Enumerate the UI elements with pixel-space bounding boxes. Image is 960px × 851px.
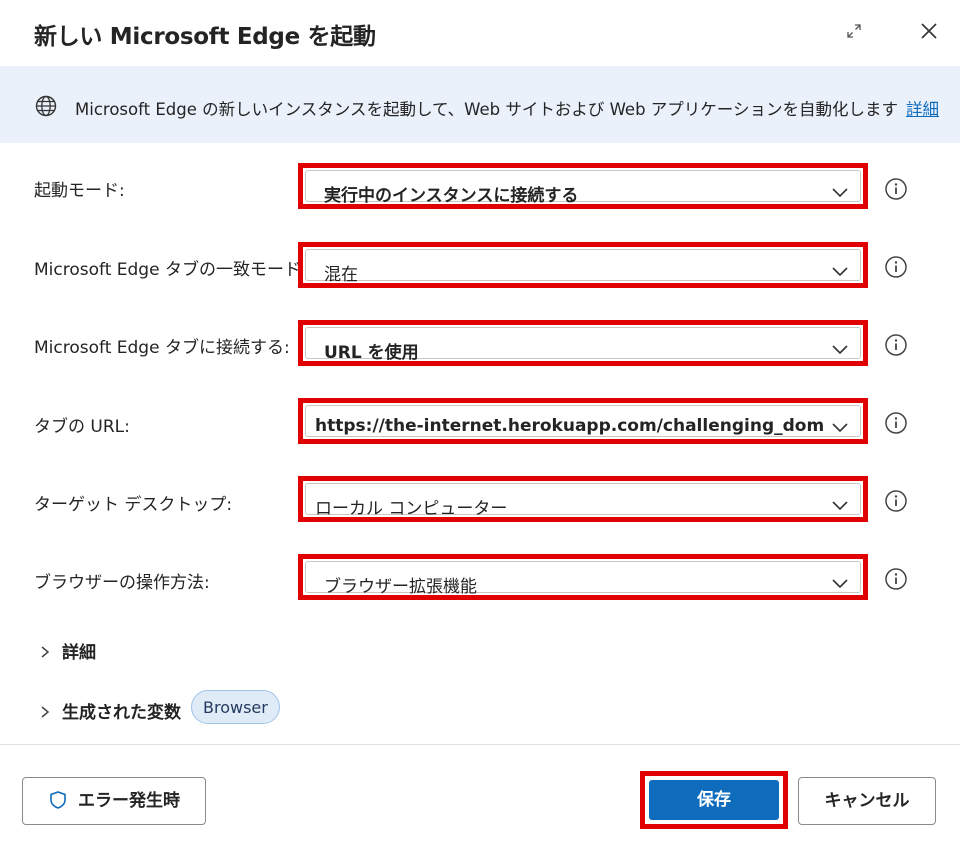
- launch-mode-dropdown[interactable]: 実行中のインスタンスに接続する: [298, 163, 868, 209]
- field-label-browser-method: ブラウザーの操作方法:: [34, 573, 210, 593]
- dropdown-box: ブラウザー拡張機能: [305, 561, 861, 597]
- info-icon[interactable]: [884, 177, 908, 201]
- cancel-button[interactable]: キャンセル: [798, 777, 936, 825]
- field-label-launch-mode: 起動モード:: [34, 181, 125, 201]
- close-icon[interactable]: [918, 20, 940, 42]
- chevron-right-icon: [41, 646, 50, 658]
- dialog-title: 新しい Microsoft Edge を起動: [34, 24, 376, 50]
- field-label-tab-match-mode: Microsoft Edge タブの一致モード:: [34, 260, 307, 280]
- browser-method-value: ブラウザー拡張機能: [324, 577, 477, 597]
- dropdown-box: https://the-internet.herokuapp.com/chall…: [305, 405, 861, 437]
- chevron-down-icon: [832, 267, 848, 277]
- info-icon[interactable]: [884, 411, 908, 435]
- banner-text: Microsoft Edge の新しいインスタンスを起動して、Web サイトおよ…: [75, 96, 939, 120]
- on-error-button[interactable]: エラー発生時: [22, 777, 206, 825]
- shield-icon: [50, 791, 66, 809]
- save-button[interactable]: 保存: [649, 780, 779, 820]
- chevron-down-icon: [832, 345, 848, 355]
- expand-icon[interactable]: [845, 22, 863, 40]
- dropdown-box: ローカル コンピューター: [305, 483, 861, 519]
- attach-tab-dropdown[interactable]: URL を使用: [298, 320, 868, 366]
- launch-mode-value: 実行中のインスタンスに接続する: [324, 186, 579, 206]
- generated-variables-expander[interactable]: 生成された変数: [38, 698, 181, 723]
- save-highlight: 保存: [640, 771, 788, 829]
- field-label-target-desktop: ターゲット デスクトップ:: [34, 495, 233, 515]
- target-desktop-dropdown[interactable]: ローカル コンピューター: [298, 476, 868, 522]
- chevron-down-icon: [832, 423, 848, 433]
- dialog-titlebar: 新しい Microsoft Edge を起動: [0, 0, 960, 66]
- attach-tab-value: URL を使用: [324, 343, 419, 363]
- tab-match-mode-dropdown[interactable]: 混在: [298, 242, 868, 288]
- tab-url-value: https://the-internet.herokuapp.com/chall…: [315, 416, 825, 436]
- details-label: 詳細: [62, 643, 96, 663]
- tab-url-input[interactable]: https://the-internet.herokuapp.com/chall…: [298, 398, 868, 444]
- info-icon[interactable]: [884, 333, 908, 357]
- tab-match-mode-value: 混在: [324, 265, 358, 285]
- field-label-tab-url: タブの URL:: [34, 417, 130, 437]
- chevron-down-icon: [832, 579, 848, 589]
- field-label-attach-tab: Microsoft Edge タブに接続する:: [34, 338, 290, 358]
- banner-description: Microsoft Edge の新しいインスタンスを起動して、Web サイトおよ…: [75, 100, 898, 119]
- dropdown-box: 混在: [305, 249, 861, 285]
- variable-chip-browser[interactable]: Browser: [191, 690, 280, 724]
- chevron-right-icon: [41, 706, 50, 718]
- info-icon[interactable]: [884, 255, 908, 279]
- info-icon[interactable]: [884, 489, 908, 513]
- target-desktop-value: ローカル コンピューター: [315, 499, 508, 519]
- on-error-label: エラー発生時: [78, 791, 180, 811]
- chevron-down-icon: [832, 501, 848, 511]
- generated-variables-label: 生成された変数: [62, 703, 181, 723]
- info-icon[interactable]: [884, 567, 908, 591]
- browser-method-dropdown[interactable]: ブラウザー拡張機能: [298, 554, 868, 600]
- globe-icon: [35, 95, 57, 117]
- details-expander[interactable]: 詳細: [38, 638, 96, 663]
- dropdown-box: URL を使用: [305, 327, 861, 363]
- footer-divider: [0, 744, 960, 745]
- chevron-down-icon: [832, 188, 848, 198]
- banner-details-link[interactable]: 詳細: [906, 100, 939, 119]
- dropdown-box: 実行中のインスタンスに接続する: [305, 170, 861, 206]
